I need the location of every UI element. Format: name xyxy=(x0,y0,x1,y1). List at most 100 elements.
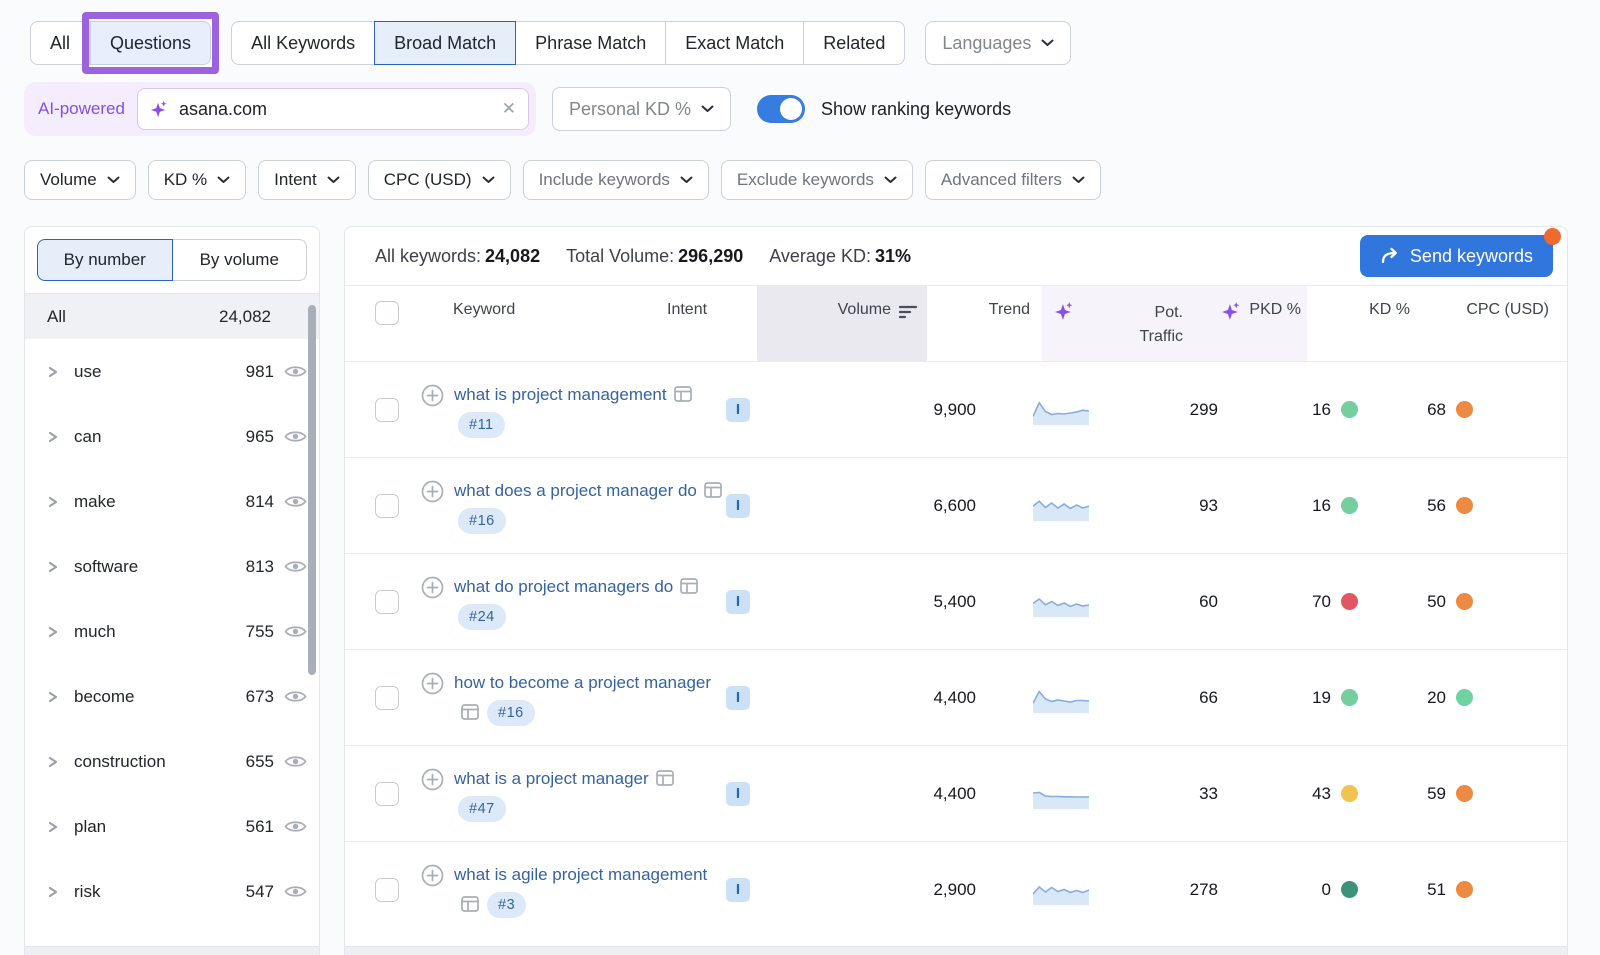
eye-icon[interactable] xyxy=(284,558,307,575)
serp-preview-icon[interactable] xyxy=(674,386,692,402)
header-intent[interactable]: Intent xyxy=(667,286,757,361)
show-ranking-keywords-toggle[interactable] xyxy=(757,95,805,123)
toggle-label: Show ranking keywords xyxy=(821,99,1011,120)
intent-badge[interactable]: I xyxy=(726,494,750,518)
add-keyword-icon[interactable] xyxy=(421,480,444,503)
ranking-position-badge[interactable]: #24 xyxy=(458,604,506,630)
tab-phrase-match[interactable]: Phrase Match xyxy=(515,21,666,65)
tab-exact-match[interactable]: Exact Match xyxy=(665,21,804,65)
ranking-position-badge[interactable]: #16 xyxy=(458,508,506,534)
keyword-table-row: what is a project manager #47 I 4,400 33… xyxy=(345,745,1567,841)
keyword-link[interactable]: what is project management xyxy=(454,385,667,404)
ranking-position-badge[interactable]: #16 xyxy=(487,700,535,726)
sidebar-group-item[interactable]: use 981 xyxy=(25,339,319,404)
clear-search-icon[interactable]: ✕ xyxy=(502,99,516,119)
eye-icon[interactable] xyxy=(284,688,307,705)
header-pot-traffic[interactable]: Pot. Traffic xyxy=(1042,286,1187,361)
filter-advanced-filters[interactable]: Advanced filters xyxy=(925,160,1101,200)
keyword-link[interactable]: how to become a project manager xyxy=(454,673,711,692)
header-pkd[interactable]: PKD % xyxy=(1187,286,1307,361)
filter-cpc-usd-[interactable]: CPC (USD) xyxy=(368,160,511,200)
search-input[interactable] xyxy=(179,99,492,120)
tab-all[interactable]: All xyxy=(30,21,90,65)
sidebar-group-item[interactable]: software 813 xyxy=(25,534,319,599)
sidebar-group-item[interactable]: can 965 xyxy=(25,404,319,469)
keyword-link[interactable]: what do project managers do xyxy=(454,577,673,596)
eye-icon[interactable] xyxy=(284,428,307,445)
header-kd[interactable]: KD % xyxy=(1307,286,1422,361)
header-pot-line1: Pot. xyxy=(1139,301,1183,325)
eye-icon[interactable] xyxy=(284,883,307,900)
send-keywords-button[interactable]: Send keywords xyxy=(1360,235,1553,277)
select-all-checkbox[interactable] xyxy=(375,301,399,325)
add-keyword-icon[interactable] xyxy=(421,864,444,887)
row-checkbox[interactable] xyxy=(375,398,399,422)
serp-preview-icon[interactable] xyxy=(656,770,674,786)
filter-include-keywords[interactable]: Include keywords xyxy=(523,160,709,200)
row-checkbox[interactable] xyxy=(375,494,399,518)
add-keyword-icon[interactable] xyxy=(421,672,444,695)
eye-icon[interactable] xyxy=(284,363,307,380)
filter-volume[interactable]: Volume xyxy=(24,160,136,200)
sidebar-group-item[interactable]: construction 655 xyxy=(25,729,319,794)
pkd-value: 0 xyxy=(1322,880,1331,900)
personal-kd-dropdown[interactable]: Personal KD % xyxy=(552,87,731,131)
filter-label: Intent xyxy=(274,170,317,190)
sidebar-group-list: use 981 can 965 make 814 xyxy=(25,339,319,924)
tab-related[interactable]: Related xyxy=(803,21,905,65)
intent-badge[interactable]: I xyxy=(726,686,750,710)
sidebar-all-row[interactable]: All 24,082 xyxy=(25,293,319,339)
row-checkbox[interactable] xyxy=(375,686,399,710)
keyword-link[interactable]: what is a project manager xyxy=(454,769,649,788)
serp-preview-icon[interactable] xyxy=(461,704,479,720)
sidebar-group-item[interactable]: make 814 xyxy=(25,469,319,534)
question-filter-group: All Questions xyxy=(30,21,211,65)
keyword-link[interactable]: what is agile project management xyxy=(454,865,707,884)
serp-preview-icon[interactable] xyxy=(704,482,722,498)
sidebar-group-item[interactable]: risk 547 xyxy=(25,859,319,924)
tab-all-keywords[interactable]: All Keywords xyxy=(231,21,375,65)
add-keyword-icon[interactable] xyxy=(421,768,444,791)
serp-preview-icon[interactable] xyxy=(461,896,479,912)
header-volume[interactable]: Volume xyxy=(757,286,927,361)
intent-badge[interactable]: I xyxy=(726,782,750,806)
sidebar-group-item[interactable]: become 673 xyxy=(25,664,319,729)
add-keyword-icon[interactable] xyxy=(421,576,444,599)
tab-by-number[interactable]: By number xyxy=(37,239,173,281)
serp-preview-icon[interactable] xyxy=(680,578,698,594)
row-checkbox[interactable] xyxy=(375,782,399,806)
languages-dropdown[interactable]: Languages xyxy=(925,21,1071,65)
ai-powered-container: AI-powered ✕ xyxy=(24,82,536,136)
intent-badge[interactable]: I xyxy=(726,398,750,422)
eye-icon[interactable] xyxy=(284,818,307,835)
keyword-link[interactable]: what does a project manager do xyxy=(454,481,697,500)
tab-broad-match[interactable]: Broad Match xyxy=(374,21,516,65)
eye-icon[interactable] xyxy=(284,623,307,640)
ranking-position-badge[interactable]: #11 xyxy=(458,412,505,438)
header-trend[interactable]: Trend xyxy=(927,286,1042,361)
add-keyword-icon[interactable] xyxy=(421,384,444,407)
ranking-position-badge[interactable]: #47 xyxy=(458,796,506,822)
sidebar-scrollbar[interactable] xyxy=(308,305,316,675)
filter-intent[interactable]: Intent xyxy=(258,160,356,200)
header-cpc[interactable]: CPC (USD) xyxy=(1422,286,1567,361)
intent-badge[interactable]: I xyxy=(726,590,750,614)
eye-icon[interactable] xyxy=(284,493,307,510)
filter-exclude-keywords[interactable]: Exclude keywords xyxy=(721,160,913,200)
stat-label: All keywords: xyxy=(375,246,481,266)
group-label: use xyxy=(74,362,101,382)
kd-value: 68 xyxy=(1427,400,1446,420)
chevron-down-icon xyxy=(884,176,897,184)
sidebar-group-item[interactable]: much 755 xyxy=(25,599,319,664)
tab-questions[interactable]: Questions xyxy=(90,21,211,65)
pot-traffic-value: 66 xyxy=(1101,688,1246,708)
row-checkbox[interactable] xyxy=(375,878,399,902)
eye-icon[interactable] xyxy=(284,753,307,770)
sidebar-group-item[interactable]: plan 561 xyxy=(25,794,319,859)
ranking-position-badge[interactable]: #3 xyxy=(487,892,526,918)
row-checkbox[interactable] xyxy=(375,590,399,614)
tab-by-volume[interactable]: By volume xyxy=(172,239,308,281)
filter-kd-[interactable]: KD % xyxy=(148,160,246,200)
header-keyword[interactable]: Keyword xyxy=(401,286,667,361)
intent-badge[interactable]: I xyxy=(726,878,750,902)
